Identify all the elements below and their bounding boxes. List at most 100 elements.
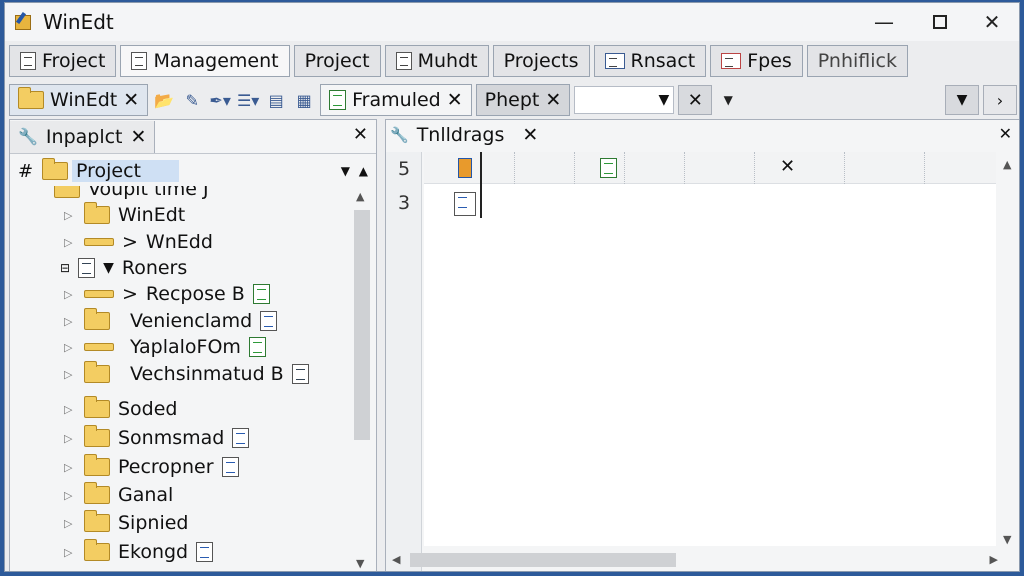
- tree-arrow-icon: >: [122, 231, 138, 253]
- app-window: WinEdt — ✕ Froject Management Project Mu…: [4, 2, 1020, 572]
- tab-label: Phept: [484, 89, 540, 111]
- scroll-up-icon[interactable]: ▲: [356, 190, 364, 203]
- tab-pnhiflick[interactable]: Pnhiflick: [806, 45, 908, 77]
- ruler-tick: [624, 152, 625, 184]
- expand-icon[interactable]: ▷: [64, 489, 76, 502]
- close-icon[interactable]: ✕: [780, 156, 795, 177]
- indent-icon[interactable]: ☰▾: [236, 89, 260, 111]
- close-tab-icon[interactable]: ✕: [522, 124, 538, 146]
- editor-text-area[interactable]: [424, 184, 996, 546]
- collapse-icon[interactable]: ⊟: [60, 261, 70, 275]
- tab-framuled[interactable]: Framuled ✕: [320, 84, 472, 116]
- scroll-tabs-right-button[interactable]: ›: [983, 85, 1017, 115]
- tab-rnsact[interactable]: Rnsact: [593, 45, 707, 77]
- edit-folder-icon[interactable]: ✎: [180, 89, 204, 111]
- tab-projects[interactable]: Projects: [492, 45, 590, 77]
- tree-item[interactable]: ▷ Ekongd: [64, 539, 214, 563]
- close-tab-icon[interactable]: ✕: [123, 89, 139, 111]
- tab-management[interactable]: Management: [120, 45, 290, 77]
- tab-winedt[interactable]: WinEdt ✕: [9, 84, 149, 116]
- tree-item[interactable]: ▷ > WnEdd: [64, 231, 213, 253]
- scrollbar-thumb[interactable]: [410, 553, 676, 567]
- tree-item[interactable]: ▷ > Recpose B: [64, 283, 270, 305]
- tab-fpes[interactable]: Fpes: [710, 45, 803, 77]
- maximize-button[interactable]: [923, 9, 957, 35]
- tab-label: Inpaplct: [45, 125, 123, 148]
- palette-icon[interactable]: ▦: [292, 89, 316, 111]
- document-icon: [78, 258, 96, 278]
- tab-muhdt[interactable]: Muhdt: [384, 45, 489, 77]
- scroll-up-icon[interactable]: ▲: [359, 164, 368, 178]
- tree-item[interactable]: ⊟ ▼ Roners: [60, 257, 187, 279]
- tree-item[interactable]: ▷ Soded: [64, 396, 178, 420]
- chevron-right-icon: ›: [996, 90, 1004, 110]
- root-row[interactable]: # Project ▼ ▲: [10, 156, 376, 186]
- tree-arrow-icon: >: [122, 283, 138, 305]
- scroll-left-icon[interactable]: ◀: [392, 553, 400, 566]
- folder-icon: [84, 510, 110, 532]
- tree-item[interactable]: ▷ Ganal: [64, 482, 173, 506]
- tree-item-label: Vouplt tlme J: [88, 186, 209, 200]
- editor-tab[interactable]: 🔧 Tnlldrags ✕: [386, 120, 1019, 150]
- green-document-icon: [252, 284, 270, 304]
- close-tab-icon[interactable]: ✕: [447, 89, 463, 111]
- toolbar-combo[interactable]: ▼: [574, 86, 675, 114]
- panel-close-icon[interactable]: ✕: [353, 124, 368, 145]
- blue-document-icon: [196, 542, 214, 562]
- line-number: 3: [398, 192, 411, 214]
- tree-item[interactable]: ▷ Venienclamd: [64, 308, 278, 332]
- editor-vertical-scrollbar[interactable]: ▲ ▼: [998, 152, 1018, 562]
- expand-icon[interactable]: ▷: [64, 315, 76, 328]
- scroll-down-icon[interactable]: ▼: [1003, 533, 1011, 546]
- scroll-down-icon[interactable]: ▼: [356, 557, 364, 570]
- expand-icon[interactable]: ▷: [64, 546, 76, 559]
- tree-item[interactable]: Vouplt tlme J: [54, 186, 209, 200]
- green-document-icon: [329, 90, 347, 110]
- expand-icon[interactable]: ▷: [64, 432, 76, 445]
- expand-icon[interactable]: ▷: [64, 368, 76, 381]
- minimize-button[interactable]: —: [867, 9, 901, 35]
- chevron-down-icon[interactable]: ▼: [341, 164, 350, 178]
- blue-document-icon: [221, 457, 239, 477]
- tree-item[interactable]: ▷ YaplaloFOm: [64, 336, 266, 358]
- ruler: ✕: [424, 152, 996, 184]
- green-document-icon[interactable]: [600, 158, 617, 178]
- tree-item[interactable]: ▷ Sonmsmad: [64, 425, 250, 449]
- expand-icon[interactable]: ▷: [64, 209, 76, 222]
- tree-item[interactable]: ▷ Vechsinmatud B: [64, 361, 309, 385]
- close-tab-icon[interactable]: ✕: [131, 126, 147, 148]
- tree-item-label: Pecropner: [118, 456, 214, 478]
- tab-inpaplct[interactable]: 🔧 Inpaplct ✕: [10, 120, 156, 153]
- tab-project[interactable]: Project: [293, 45, 381, 77]
- toolbar-close-button[interactable]: ✕: [678, 85, 713, 115]
- bookmark-icon[interactable]: [458, 158, 472, 178]
- tree-item-label: Ekongd: [118, 541, 189, 563]
- editor-horizontal-scrollbar[interactable]: ◀ ▶: [392, 550, 1000, 570]
- scroll-tabs-down-button[interactable]: ▼: [945, 85, 979, 115]
- tree-item[interactable]: ▷ WinEdt: [64, 202, 185, 226]
- tree-item[interactable]: ▷ Sipnied: [64, 510, 188, 534]
- tree-item[interactable]: ▷ Pecropner: [64, 454, 239, 478]
- open-folder-icon[interactable]: 📂: [152, 89, 176, 111]
- expand-icon[interactable]: ▷: [64, 403, 76, 416]
- expand-icon[interactable]: ▷: [64, 236, 76, 249]
- tab-phept[interactable]: Phept ✕: [475, 84, 571, 116]
- close-button[interactable]: ✕: [975, 9, 1009, 35]
- tree-item-label: Roners: [121, 257, 188, 279]
- expand-icon[interactable]: ▷: [64, 341, 76, 354]
- tree-scrollbar[interactable]: ▲ ▼: [352, 186, 372, 571]
- folder-icon: [84, 361, 110, 383]
- close-tab-icon[interactable]: ✕: [545, 89, 561, 111]
- pen-dropdown-icon[interactable]: ✒▾: [208, 89, 232, 111]
- scroll-right-icon[interactable]: ▶: [990, 553, 998, 566]
- document-icon[interactable]: ▤: [264, 89, 288, 111]
- panel-close-icon[interactable]: ✕: [999, 124, 1012, 143]
- ruler-tick: [574, 152, 575, 184]
- expand-icon[interactable]: ▷: [64, 461, 76, 474]
- expand-icon[interactable]: ▷: [64, 517, 76, 530]
- tab-froject[interactable]: Froject: [9, 45, 117, 77]
- expand-icon[interactable]: ▷: [64, 288, 76, 301]
- scroll-up-icon[interactable]: ▲: [1003, 158, 1011, 171]
- scrollbar-thumb[interactable]: [354, 210, 370, 440]
- chevron-down-icon[interactable]: ▼: [716, 89, 740, 111]
